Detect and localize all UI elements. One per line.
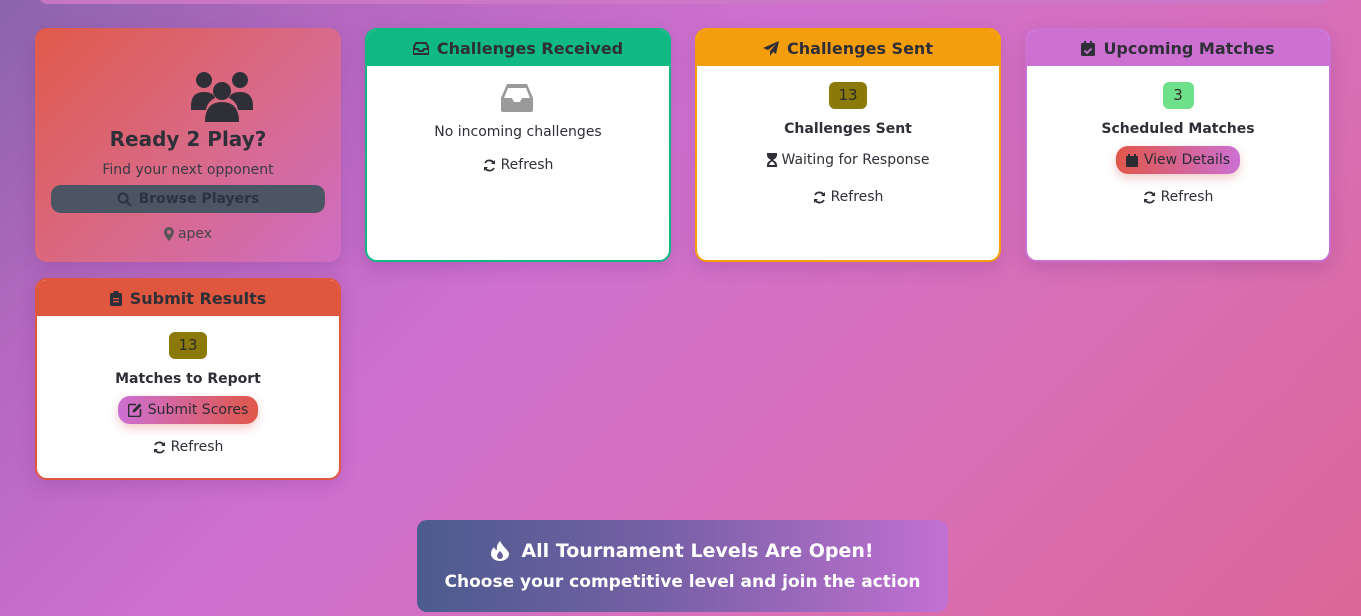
calendar-check-icon <box>1081 40 1096 56</box>
browse-players-label: Browse Players <box>138 191 260 207</box>
refresh-icon <box>153 441 166 454</box>
view-details-button[interactable]: View Details <box>1115 146 1241 174</box>
clipboard-icon <box>109 290 122 306</box>
refresh-sent-button[interactable]: Refresh <box>697 189 999 205</box>
inbox-empty-icon <box>501 84 533 112</box>
challenges-sent-title: Challenges Sent <box>787 38 933 58</box>
waiting-status: Waiting for Response <box>697 152 999 168</box>
challenges-sent-label: Challenges Sent <box>784 121 912 137</box>
no-challenges-text: No incoming challenges <box>434 124 602 140</box>
submit-scores-label: Submit Scores <box>147 402 249 418</box>
submit-results-card: Submit Results 13 Matches to Report Subm… <box>35 278 341 480</box>
map-marker-icon <box>163 227 174 241</box>
browse-players-button[interactable]: Browse Players <box>51 185 325 213</box>
refresh-icon <box>1143 191 1156 204</box>
refresh-label: Refresh <box>1160 189 1214 205</box>
challenges-sent-count-badge: 13 <box>829 82 867 109</box>
submit-results-title: Submit Results <box>129 288 267 308</box>
banner-title: All Tournament Levels Are Open! <box>417 540 948 562</box>
inbox-icon <box>412 41 429 55</box>
challenges-received-header: Challenges Received <box>367 30 669 66</box>
banner-subtitle: Choose your competitive level and join t… <box>444 572 921 592</box>
upcoming-matches-card: Upcoming Matches 3 Scheduled Matches Vie… <box>1025 28 1331 262</box>
challenges-received-card: Challenges Received No incoming challeng… <box>365 28 671 262</box>
refresh-submit-button[interactable]: Refresh <box>37 439 339 455</box>
edit-icon <box>127 403 142 417</box>
refresh-icon <box>813 191 826 204</box>
tournament-levels-banner: All Tournament Levels Are Open! Choose y… <box>417 520 948 612</box>
submit-scores-button[interactable]: Submit Scores <box>117 396 259 424</box>
submit-results-header: Submit Results <box>37 280 339 316</box>
challenges-sent-card: Challenges Sent 13 Challenges Sent Waiti… <box>695 28 1001 262</box>
top-bar <box>38 0 1330 4</box>
refresh-upcoming-button[interactable]: Refresh <box>1027 189 1329 205</box>
search-icon <box>117 192 131 206</box>
refresh-label: Refresh <box>170 439 224 455</box>
hourglass-icon <box>766 153 777 167</box>
refresh-label: Refresh <box>830 189 884 205</box>
upcoming-matches-title: Upcoming Matches <box>1103 38 1275 58</box>
location: apex <box>35 226 341 242</box>
scheduled-matches-label: Scheduled Matches <box>1101 121 1255 137</box>
waiting-status-label: Waiting for Response <box>781 152 930 168</box>
fire-icon <box>491 541 510 561</box>
location-label: apex <box>177 226 213 242</box>
challenges-received-title: Challenges Received <box>436 38 624 58</box>
matches-to-report-badge: 13 <box>169 332 207 359</box>
paper-plane-icon <box>763 40 780 56</box>
calendar-icon <box>1125 153 1138 167</box>
view-details-label: View Details <box>1143 152 1231 168</box>
refresh-icon <box>483 159 496 172</box>
matches-to-report-label: Matches to Report <box>115 371 261 387</box>
banner-title-text: All Tournament Levels Are Open! <box>521 540 874 562</box>
ready-to-play-card: Ready 2 Play? Find your next opponent Br… <box>35 28 341 262</box>
upcoming-matches-header: Upcoming Matches <box>1027 30 1329 66</box>
refresh-label: Refresh <box>500 157 554 173</box>
welcome-title: Ready 2 Play? <box>109 127 267 151</box>
refresh-received-button[interactable]: Refresh <box>367 157 669 173</box>
scheduled-count-badge: 3 <box>1162 82 1194 109</box>
challenges-sent-header: Challenges Sent <box>697 30 999 66</box>
welcome-subtitle: Find your next opponent <box>102 162 274 178</box>
users-icon <box>191 70 253 122</box>
